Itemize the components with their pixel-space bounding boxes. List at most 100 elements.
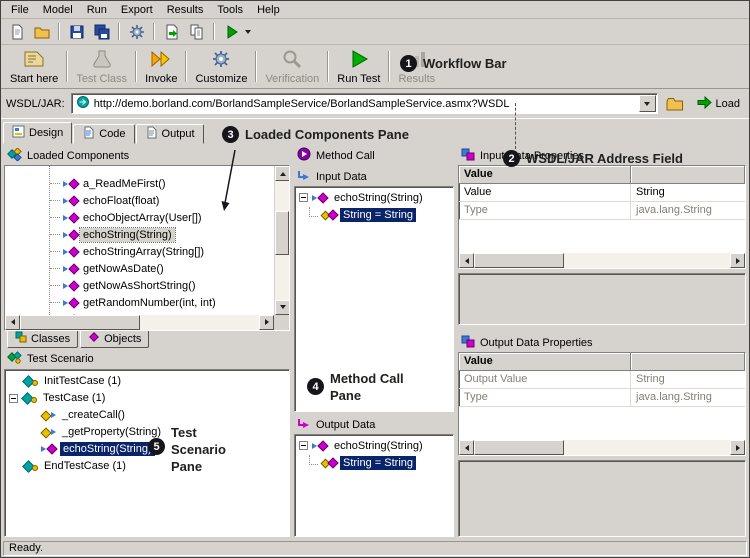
copy-icon[interactable]: [185, 21, 208, 43]
export-report-icon[interactable]: [160, 21, 183, 43]
open-folder-icon[interactable]: [30, 21, 53, 43]
load-button[interactable]: Load: [693, 94, 744, 114]
workflow-separator: [388, 51, 390, 82]
tree-item-label[interactable]: echoFloat(float): [80, 194, 162, 208]
column-header[interactable]: [631, 166, 745, 184]
menu-model[interactable]: Model: [36, 2, 80, 18]
tree-item-label[interactable]: InitTestCase (1): [41, 374, 124, 388]
scrollbar-track[interactable]: [275, 181, 289, 300]
tree-item[interactable]: echoStringArray(String[]): [50, 243, 274, 260]
wsdl-url-text[interactable]: http://demo.borland.com/BorlandSampleSer…: [94, 98, 635, 110]
tree-item-label[interactable]: echoString(String): [60, 442, 155, 456]
scroll-down-button[interactable]: [275, 300, 290, 315]
tab-design[interactable]: Design: [3, 122, 72, 144]
tree-item-label[interactable]: echoString(String): [331, 439, 426, 453]
tree-item[interactable]: getNowAsShortString(): [50, 277, 274, 294]
column-header[interactable]: [631, 353, 745, 371]
collapse-toggle[interactable]: [299, 441, 308, 450]
customize-toolbar-icon[interactable]: [125, 21, 148, 43]
table-row[interactable]: Value String: [459, 184, 745, 202]
run-options-dropdown-icon[interactable]: [245, 30, 251, 34]
scrollbar-thumb[interactable]: [474, 440, 564, 455]
tab-code[interactable]: Code: [73, 124, 134, 144]
browse-wsdl-button[interactable]: [664, 93, 687, 115]
tab-classes[interactable]: Classes: [7, 331, 78, 348]
workflow-customize[interactable]: Customize: [188, 46, 254, 87]
tree-item[interactable]: echoString(String): [295, 189, 453, 206]
save-icon[interactable]: [65, 21, 88, 43]
property-value[interactable]: String: [631, 184, 745, 201]
tree-item-label[interactable]: String = String: [340, 208, 416, 222]
tree-item[interactable]: TestCase (1): [5, 390, 289, 407]
wsdl-dropdown-button[interactable]: [639, 95, 656, 112]
scroll-left-button[interactable]: [459, 253, 474, 268]
tree-item-label[interactable]: EndTestCase (1): [41, 459, 129, 473]
collapse-toggle[interactable]: [9, 394, 18, 403]
tree-item[interactable]: InitTestCase (1): [5, 373, 289, 390]
annotation-number-badge: 3: [222, 126, 239, 143]
menu-export[interactable]: Export: [114, 2, 160, 18]
tree-item[interactable]: EndTestCase (1): [5, 458, 289, 475]
tree-item[interactable]: getRandomNumber(int, int): [50, 294, 274, 311]
menu-file[interactable]: File: [4, 2, 36, 18]
tree-item-selected[interactable]: echoString(String): [50, 226, 274, 243]
table-row[interactable]: Type java.lang.String: [459, 389, 745, 407]
tree-item-label[interactable]: getNowAsShortString(): [80, 279, 199, 293]
menu-results[interactable]: Results: [160, 2, 211, 18]
tree-item[interactable]: _createCall(): [5, 407, 289, 424]
vertical-scrollbar[interactable]: [274, 166, 289, 315]
scrollbar-thumb[interactable]: [275, 211, 289, 255]
workflow-verification[interactable]: Verification: [258, 46, 326, 87]
scroll-up-button[interactable]: [275, 166, 290, 181]
workflow-run-test[interactable]: Run Test: [330, 46, 387, 87]
tree-item-selected[interactable]: echoString(String): [5, 441, 289, 458]
table-row[interactable]: Type java.lang.String: [459, 202, 745, 220]
arrow-right-icon: [736, 445, 740, 451]
column-header[interactable]: Value: [459, 353, 631, 371]
tree-item-label[interactable]: echoObjectArray(User[]): [80, 211, 205, 225]
scroll-right-button[interactable]: [730, 440, 745, 455]
workflow-test-class[interactable]: Test Class: [69, 46, 134, 87]
scrollbar-track[interactable]: [474, 253, 730, 268]
tab-output[interactable]: Output: [136, 124, 204, 144]
table-row[interactable]: Output Value String: [459, 371, 745, 389]
tree-item[interactable]: echoString(String): [295, 437, 453, 454]
horizontal-scrollbar[interactable]: [5, 315, 274, 330]
workflow-start-here[interactable]: Start here: [3, 46, 65, 87]
tree-item-label[interactable]: echoString(String): [331, 191, 426, 205]
loaded-components-icon: [7, 148, 22, 164]
wsdl-address-field[interactable]: http://demo.borland.com/BorlandSampleSer…: [71, 93, 658, 114]
save-all-icon[interactable]: [90, 21, 113, 43]
menu-help[interactable]: Help: [250, 2, 287, 18]
horizontal-scrollbar[interactable]: [459, 253, 745, 268]
tree-item-label[interactable]: TestCase (1): [40, 391, 108, 405]
tree-item-selected[interactable]: String = String: [295, 206, 453, 223]
scrollbar-track[interactable]: [20, 315, 259, 330]
scrollbar-track[interactable]: [474, 440, 730, 455]
scroll-right-button[interactable]: [730, 253, 745, 268]
tree-item-label[interactable]: echoStringArray(String[]): [80, 245, 207, 259]
new-document-icon[interactable]: [5, 21, 28, 43]
tree-item-label[interactable]: String = String: [340, 456, 416, 470]
horizontal-scrollbar[interactable]: [459, 440, 745, 455]
tree-item[interactable]: getNowAsDate(): [50, 260, 274, 277]
tree-item-label[interactable]: getRandomNumber(int, int): [80, 296, 219, 310]
collapse-toggle[interactable]: [299, 193, 308, 202]
scroll-left-button[interactable]: [459, 440, 474, 455]
tree-item-selected[interactable]: String = String: [295, 454, 453, 471]
scroll-right-button[interactable]: [259, 315, 274, 330]
tree-item-label[interactable]: echoString(String): [80, 228, 175, 242]
tab-objects[interactable]: Objects: [80, 331, 149, 348]
workflow-invoke[interactable]: Invoke: [138, 46, 184, 87]
menu-tools[interactable]: Tools: [210, 2, 250, 18]
run-options-icon[interactable]: [220, 21, 243, 43]
scrollbar-thumb[interactable]: [20, 315, 140, 330]
tree-item-label[interactable]: a_ReadMeFirst(): [80, 177, 169, 191]
tree-item-label[interactable]: getNowAsDate(): [80, 262, 167, 276]
tree-item-label[interactable]: _createCall(): [59, 408, 128, 422]
column-header[interactable]: Value: [459, 166, 631, 184]
tree-item[interactable]: _getProperty(String): [5, 424, 289, 441]
scrollbar-thumb[interactable]: [474, 253, 564, 268]
scroll-left-button[interactable]: [5, 315, 20, 330]
menu-run[interactable]: Run: [80, 2, 114, 18]
